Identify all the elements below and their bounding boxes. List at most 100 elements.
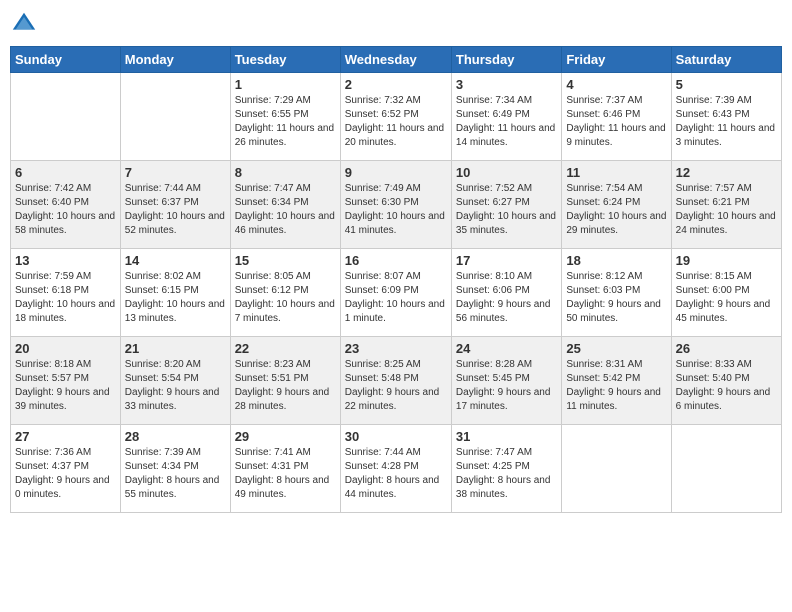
calendar-cell: 21 Sunrise: 8:20 AM Sunset: 5:54 PM Dayli… [120,337,230,425]
day-info: Sunrise: 8:12 AM Sunset: 6:03 PM Dayligh… [566,270,666,326]
day-number: 14 [125,253,226,268]
day-info: Sunrise: 7:52 AM Sunset: 6:27 PM Dayligh… [456,182,557,238]
day-info: Sunrise: 7:37 AM Sunset: 6:46 PM Dayligh… [566,94,666,150]
day-number: 23 [345,341,447,356]
calendar-cell [120,73,230,161]
day-number: 6 [15,165,116,180]
calendar-cell: 10 Sunrise: 7:52 AM Sunset: 6:27 PM Dayli… [451,161,561,249]
calendar-cell: 1 Sunrise: 7:29 AM Sunset: 6:55 PM Daylig… [230,73,340,161]
calendar-cell: 11 Sunrise: 7:54 AM Sunset: 6:24 PM Dayli… [562,161,671,249]
day-info: Sunrise: 8:23 AM Sunset: 5:51 PM Dayligh… [235,358,336,414]
day-number: 21 [125,341,226,356]
day-number: 11 [566,165,666,180]
calendar-cell: 26Sunrise: 8:33 AM Sunset: 5:40 PM Dayli… [671,337,781,425]
day-info: Sunrise: 8:02 AM Sunset: 6:15 PM Dayligh… [125,270,226,326]
day-number: 3 [456,77,557,92]
day-info: Sunrise: 7:47 AM Sunset: 4:25 PM Dayligh… [456,446,557,502]
calendar-cell: 30Sunrise: 7:44 AM Sunset: 4:28 PM Dayli… [340,425,451,513]
day-info: Sunrise: 8:28 AM Sunset: 5:45 PM Dayligh… [456,358,557,414]
day-number: 27 [15,429,116,444]
day-number: 4 [566,77,666,92]
day-info: Sunrise: 7:54 AM Sunset: 6:24 PM Dayligh… [566,182,666,238]
day-info: Sunrise: 8:05 AM Sunset: 6:12 PM Dayligh… [235,270,336,326]
day-info: Sunrise: 7:36 AM Sunset: 4:37 PM Dayligh… [15,446,116,502]
day-info: Sunrise: 8:31 AM Sunset: 5:42 PM Dayligh… [566,358,666,414]
day-number: 15 [235,253,336,268]
logo-icon [10,10,38,38]
weekday-header-tuesday: Tuesday [230,47,340,73]
calendar-cell: 6Sunrise: 7:42 AM Sunset: 6:40 PM Daylig… [11,161,121,249]
calendar-cell: 18 Sunrise: 8:12 AM Sunset: 6:03 PM Dayli… [562,249,671,337]
day-info: Sunrise: 8:20 AM Sunset: 5:54 PM Dayligh… [125,358,226,414]
weekday-header-thursday: Thursday [451,47,561,73]
day-number: 28 [125,429,226,444]
day-number: 8 [235,165,336,180]
weekday-header-sunday: Sunday [11,47,121,73]
day-number: 20 [15,341,116,356]
calendar-cell: 13 Sunrise: 7:59 AM Sunset: 6:18 PM Dayli… [11,249,121,337]
calendar-week-row: 27 Sunrise: 7:36 AM Sunset: 4:37 PM Dayli… [11,425,782,513]
day-info: Sunrise: 8:25 AM Sunset: 5:48 PM Dayligh… [345,358,447,414]
calendar-cell: 20Sunrise: 8:18 AM Sunset: 5:57 PM Dayli… [11,337,121,425]
day-info: Sunrise: 7:47 AM Sunset: 6:34 PM Dayligh… [235,182,336,238]
day-number: 26 [676,341,777,356]
day-number: 5 [676,77,777,92]
day-info: Sunrise: 7:39 AM Sunset: 6:43 PM Dayligh… [676,94,777,150]
calendar-cell: 4 Sunrise: 7:37 AM Sunset: 6:46 PM Daylig… [562,73,671,161]
calendar-cell: 25Sunrise: 8:31 AM Sunset: 5:42 PM Dayli… [562,337,671,425]
day-number: 19 [676,253,777,268]
day-number: 17 [456,253,557,268]
day-number: 16 [345,253,447,268]
calendar-cell: 9 Sunrise: 7:49 AM Sunset: 6:30 PM Daylig… [340,161,451,249]
day-info: Sunrise: 7:44 AM Sunset: 6:37 PM Dayligh… [125,182,226,238]
calendar-cell [11,73,121,161]
calendar-week-row: 20Sunrise: 8:18 AM Sunset: 5:57 PM Dayli… [11,337,782,425]
page-header [10,10,782,38]
calendar-cell: 23 Sunrise: 8:25 AM Sunset: 5:48 PM Dayli… [340,337,451,425]
day-info: Sunrise: 7:59 AM Sunset: 6:18 PM Dayligh… [15,270,116,326]
calendar-table: SundayMondayTuesdayWednesdayThursdayFrid… [10,46,782,513]
day-number: 12 [676,165,777,180]
day-info: Sunrise: 7:29 AM Sunset: 6:55 PM Dayligh… [235,94,336,150]
calendar-cell: 3 Sunrise: 7:34 AM Sunset: 6:49 PM Daylig… [451,73,561,161]
day-info: Sunrise: 7:49 AM Sunset: 6:30 PM Dayligh… [345,182,447,238]
calendar-cell: 2Sunrise: 7:32 AM Sunset: 6:52 PM Daylig… [340,73,451,161]
day-info: Sunrise: 7:44 AM Sunset: 4:28 PM Dayligh… [345,446,447,502]
calendar-cell: 14 Sunrise: 8:02 AM Sunset: 6:15 PM Dayli… [120,249,230,337]
calendar-cell: 22 Sunrise: 8:23 AM Sunset: 5:51 PM Dayli… [230,337,340,425]
logo [10,10,42,38]
calendar-cell: 5 Sunrise: 7:39 AM Sunset: 6:43 PM Daylig… [671,73,781,161]
calendar-cell: 16 Sunrise: 8:07 AM Sunset: 6:09 PM Dayli… [340,249,451,337]
weekday-header-monday: Monday [120,47,230,73]
calendar-cell: 12 Sunrise: 7:57 AM Sunset: 6:21 PM Dayli… [671,161,781,249]
day-number: 7 [125,165,226,180]
calendar-cell [671,425,781,513]
day-info: Sunrise: 7:34 AM Sunset: 6:49 PM Dayligh… [456,94,557,150]
day-info: Sunrise: 7:57 AM Sunset: 6:21 PM Dayligh… [676,182,777,238]
calendar-cell: 7 Sunrise: 7:44 AM Sunset: 6:37 PM Daylig… [120,161,230,249]
weekday-header-friday: Friday [562,47,671,73]
calendar-cell: 27 Sunrise: 7:36 AM Sunset: 4:37 PM Dayli… [11,425,121,513]
day-info: Sunrise: 8:15 AM Sunset: 6:00 PM Dayligh… [676,270,777,326]
day-number: 10 [456,165,557,180]
day-info: Sunrise: 7:39 AM Sunset: 4:34 PM Dayligh… [125,446,226,502]
calendar-cell: 31 Sunrise: 7:47 AM Sunset: 4:25 PM Dayli… [451,425,561,513]
calendar-cell: 15 Sunrise: 8:05 AM Sunset: 6:12 PM Dayli… [230,249,340,337]
day-number: 9 [345,165,447,180]
day-info: Sunrise: 7:41 AM Sunset: 4:31 PM Dayligh… [235,446,336,502]
day-info: Sunrise: 8:10 AM Sunset: 6:06 PM Dayligh… [456,270,557,326]
day-number: 22 [235,341,336,356]
calendar-cell [562,425,671,513]
calendar-cell: 17 Sunrise: 8:10 AM Sunset: 6:06 PM Dayli… [451,249,561,337]
day-number: 13 [15,253,116,268]
weekday-header-wednesday: Wednesday [340,47,451,73]
day-number: 18 [566,253,666,268]
day-number: 29 [235,429,336,444]
weekday-header-row: SundayMondayTuesdayWednesdayThursdayFrid… [11,47,782,73]
day-number: 1 [235,77,336,92]
weekday-header-saturday: Saturday [671,47,781,73]
calendar-cell: 19 Sunrise: 8:15 AM Sunset: 6:00 PM Dayli… [671,249,781,337]
day-info: Sunrise: 8:07 AM Sunset: 6:09 PM Dayligh… [345,270,447,326]
day-number: 31 [456,429,557,444]
calendar-cell: 28 Sunrise: 7:39 AM Sunset: 4:34 PM Dayli… [120,425,230,513]
